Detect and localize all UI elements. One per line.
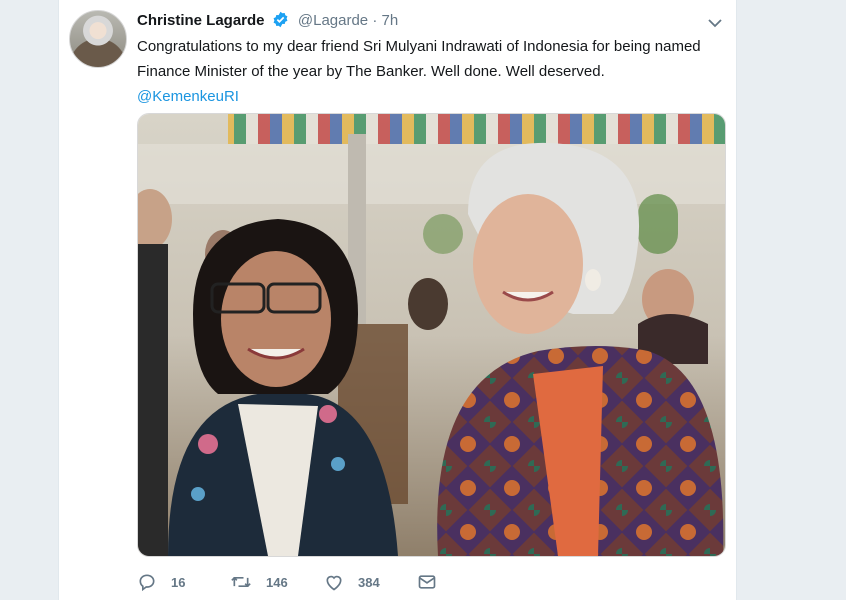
author-name[interactable]: Christine Lagarde [137,12,265,29]
tweet-header: Christine Lagarde @Lagarde · 7h [137,11,726,31]
like-count: 384 [358,574,380,590]
like-action[interactable]: 384 [324,568,380,596]
heart-icon [326,575,342,591]
dm-action[interactable] [417,568,451,596]
author-handle[interactable]: @Lagarde [298,12,368,29]
reply-action[interactable]: 16 [137,568,185,596]
tweet-timestamp[interactable]: 7h [382,12,399,29]
tweet-text: Congratulations to my dear friend Sri Mu… [137,34,722,109]
retweet-count: 146 [266,574,288,590]
verified-badge-icon [272,11,289,34]
tweet-photo[interactable] [137,113,726,557]
chevron-down-icon[interactable] [706,14,724,32]
reply-icon [139,574,155,592]
retweet-action[interactable]: 146 [230,568,288,596]
tweet-body: Congratulations to my dear friend Sri Mu… [137,38,701,80]
reply-count: 16 [171,574,186,590]
envelope-icon [418,575,436,589]
retweet-icon [231,577,251,587]
avatar[interactable] [69,10,127,68]
mention-link[interactable]: @KemenkeuRI [137,84,722,109]
separator-dot: · [372,12,378,29]
tweet-actions: 16 146 384 [137,568,557,596]
tweet-card[interactable]: Christine Lagarde @Lagarde · 7h Congratu… [58,0,737,600]
